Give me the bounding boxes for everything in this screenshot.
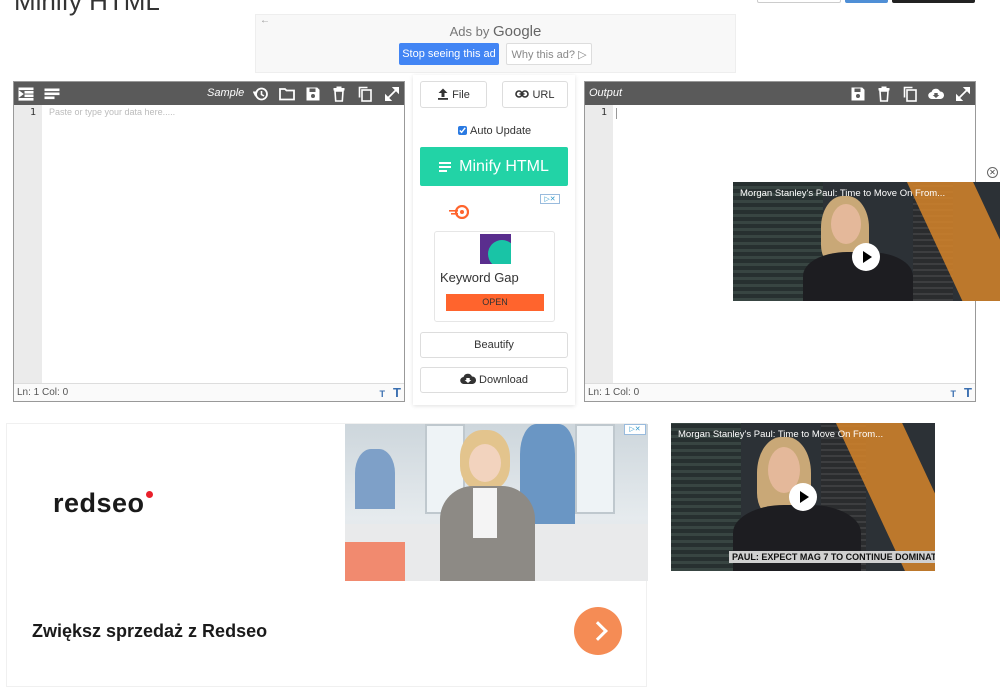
ads-by-label: Ads by xyxy=(449,24,493,39)
copy-icon[interactable] xyxy=(902,86,918,102)
line-number: 1 xyxy=(29,107,36,118)
output-title: Output xyxy=(589,87,623,99)
folder-open-icon[interactable] xyxy=(279,86,295,102)
output-textarea[interactable] xyxy=(616,108,617,119)
page-title: Minify HTML xyxy=(14,0,160,16)
beautify-button[interactable]: Beautify xyxy=(420,332,568,358)
ad-headline: Zwiększ sprzedaż z Redseo xyxy=(32,621,268,641)
video-title: Morgan Stanley's Paul: Time to Move On F… xyxy=(740,188,946,199)
ads-by-google: Ads by Google xyxy=(256,23,735,40)
copy-icon[interactable] xyxy=(357,86,373,102)
minify-html-button[interactable]: Minify HTML xyxy=(420,147,568,186)
video-caption: PAUL: EXPECT MAG 7 TO CONTINUE DOMINATIO… xyxy=(729,551,935,563)
keyword-gap-title: Keyword Gap xyxy=(440,270,519,285)
auto-update-checkbox[interactable] xyxy=(458,126,467,135)
why-this-ad-button[interactable]: Why this ad? ▷ xyxy=(506,43,592,65)
redseo-logo: redseo xyxy=(53,488,153,519)
cursor-position: Ln: 1 Col: 0 xyxy=(17,387,69,398)
minify-button-label: Minify HTML xyxy=(459,158,549,175)
load-url-button[interactable]: URL xyxy=(502,81,568,108)
line-gutter: 1 xyxy=(585,105,613,383)
video-title: Morgan Stanley's Paul: Time to Move On F… xyxy=(678,429,884,440)
cursor-position: Ln: 1 Col: 0 xyxy=(588,387,640,398)
history-icon[interactable] xyxy=(252,86,269,102)
cloud-download-icon xyxy=(460,373,477,385)
google-logo-text: Google xyxy=(492,23,542,40)
cloud-download-icon[interactable] xyxy=(928,86,945,102)
header-button[interactable] xyxy=(757,0,841,3)
input-toolbar: Sample xyxy=(14,82,404,105)
chevron-right-icon[interactable] xyxy=(574,607,622,655)
auto-update-label: Auto Update xyxy=(470,125,532,137)
wrap-lines-icon[interactable] xyxy=(44,86,60,102)
url-button-label: URL xyxy=(532,89,555,101)
google-ad-banner: ← Ads by Google Stop seeing this ad Why … xyxy=(255,14,736,73)
file-button-label: File xyxy=(452,89,470,101)
download-button-label: Download xyxy=(479,374,528,386)
ad-thumbnail xyxy=(480,234,511,264)
keyword-gap-ad[interactable]: Keyword Gap OPEN xyxy=(434,231,555,322)
font-decrease-icon[interactable]: T xyxy=(380,389,386,399)
auto-update-toggle[interactable]: Auto Update xyxy=(458,125,531,137)
video-background xyxy=(671,423,741,571)
controls-column: File URL Auto Update Minify HTML ▷✕ Keyw… xyxy=(413,75,575,405)
ad-choices-badge[interactable]: ▷✕ xyxy=(624,424,646,435)
header-button-dark[interactable] xyxy=(892,0,975,3)
ad-photo: ▷✕ xyxy=(345,424,648,581)
input-textarea[interactable]: Paste or type your data here..... xyxy=(49,107,175,117)
save-icon[interactable] xyxy=(850,86,866,102)
font-increase-icon[interactable]: T xyxy=(393,385,401,400)
output-toolbar: Output xyxy=(585,82,975,105)
video-ad[interactable]: Morgan Stanley's Paul: Time to Move On F… xyxy=(671,423,935,571)
trash-icon[interactable] xyxy=(876,86,892,102)
play-icon[interactable] xyxy=(789,483,817,511)
input-editor: Sample 1 Paste or type your data here...… xyxy=(13,81,405,402)
play-icon[interactable] xyxy=(852,243,880,271)
expand-icon[interactable] xyxy=(955,86,971,102)
indent-icon[interactable] xyxy=(18,86,34,102)
open-ad-button[interactable]: OPEN xyxy=(446,294,544,311)
status-bar: Ln: 1 Col: 0 T T xyxy=(14,383,404,401)
redseo-ad[interactable]: redseo ▷✕ Zwiększ sprzedaż z Redseo xyxy=(6,423,648,687)
close-video-icon[interactable]: ✕ xyxy=(987,167,998,178)
font-increase-icon[interactable]: T xyxy=(964,385,972,400)
line-gutter: 1 xyxy=(14,105,42,383)
ad-choices-badge[interactable]: ▷✕ xyxy=(540,194,560,204)
link-icon xyxy=(515,90,530,98)
semrush-logo-icon xyxy=(449,205,469,219)
stop-seeing-ad-button[interactable]: Stop seeing this ad xyxy=(399,43,499,65)
upload-icon xyxy=(438,88,449,100)
font-decrease-icon[interactable]: T xyxy=(951,389,957,399)
file-upload-button[interactable]: File xyxy=(420,81,487,108)
sample-link[interactable]: Sample xyxy=(207,87,244,99)
expand-icon[interactable] xyxy=(384,86,400,102)
redseo-brand-text: redseo xyxy=(53,488,145,518)
line-number: 1 xyxy=(600,107,607,118)
save-icon[interactable] xyxy=(305,86,321,102)
logo-dot xyxy=(145,491,153,498)
floating-video-ad[interactable]: Morgan Stanley's Paul: Time to Move On F… xyxy=(733,182,1000,301)
menu-lines-icon xyxy=(439,160,452,174)
status-bar: Ln: 1 Col: 0 T T xyxy=(585,383,975,401)
download-button[interactable]: Download xyxy=(420,367,568,393)
trash-icon[interactable] xyxy=(331,86,347,102)
header-button-primary[interactable] xyxy=(845,0,888,3)
